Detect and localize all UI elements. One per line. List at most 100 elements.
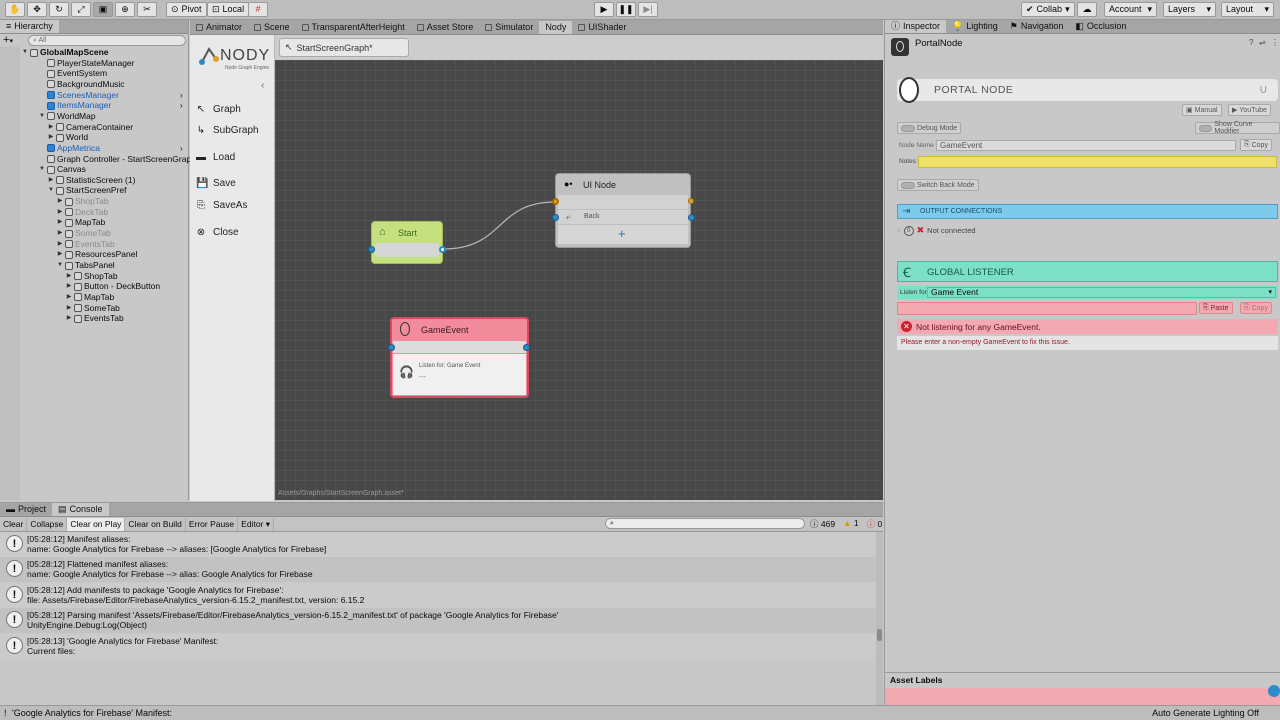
rotate-tool-button[interactable]: ↻ <box>49 2 69 17</box>
collab-button[interactable]: ✔ Collab ▾ <box>1021 2 1075 17</box>
hierarchy-item[interactable]: ItemsManager <box>39 100 111 111</box>
chevron-down-icon[interactable]: ▼ <box>39 164 45 175</box>
layers-dropdown[interactable]: Layers ▾ <box>1163 2 1216 17</box>
pause-button[interactable]: ❚❚ <box>616 2 636 17</box>
subgraph-menu-item[interactable]: ↳ SubGraph <box>196 125 259 136</box>
chevron-down-icon[interactable]: ▼ <box>57 260 63 271</box>
hierarchy-item[interactable]: ▼ StartScreenPref <box>48 185 126 196</box>
hierarchy-item[interactable]: ▶ DeckTab <box>57 207 108 218</box>
tab-inspector[interactable]: ⓘ Inspector <box>885 20 947 33</box>
save-menu-item[interactable]: 💾 Save <box>196 178 236 189</box>
hierarchy-item[interactable]: ▶ StatisticScreen (1) <box>48 175 136 186</box>
chevron-down-icon[interactable]: ▼ <box>22 47 28 58</box>
console-scrollbar[interactable] <box>876 532 883 705</box>
tab-navigation[interactable]: ⚑ Navigation <box>1004 20 1070 33</box>
close-menu-item[interactable]: ⊗ Close <box>196 227 239 238</box>
chevron-right-icon[interactable]: ▶ <box>66 303 72 314</box>
grid-snap-button[interactable]: # <box>248 2 268 17</box>
chevron-right-icon[interactable]: ▶ <box>57 249 63 260</box>
account-dropdown[interactable]: Account ▾ <box>1104 2 1157 17</box>
move-tool-button[interactable]: ✥ <box>27 2 47 17</box>
tab-scene[interactable]: Scene <box>248 21 296 34</box>
hierarchy-item[interactable]: ▼ GlobalMapScene <box>22 47 108 58</box>
chevron-right-icon[interactable]: ▶ <box>66 271 72 282</box>
hierarchy-item[interactable]: ▶ ShopTab <box>57 196 109 207</box>
chevron-right-icon[interactable]: › <box>180 143 183 154</box>
lighting-status[interactable]: Auto Generate Lighting Off <box>1152 706 1259 720</box>
chevron-right-icon[interactable]: ▶ <box>57 228 63 239</box>
chevron-right-icon[interactable]: ▶ <box>48 175 54 186</box>
hierarchy-item[interactable]: ▶ EventsTab <box>66 313 124 324</box>
hand-tool-button[interactable]: ✋ <box>5 2 25 17</box>
chevron-down-icon[interactable]: ▼ <box>48 185 54 196</box>
play-button[interactable]: ▶ <box>594 2 614 17</box>
notes-input[interactable] <box>918 156 1277 168</box>
switch-back-toggle[interactable]: Switch Back Mode <box>897 179 979 191</box>
log-entry[interactable]: ! [05:28:12] Add manifests to package 'Go… <box>0 582 876 608</box>
log-entry[interactable]: ! [05:28:12] Manifest aliases: name: Googl… <box>0 532 876 557</box>
tab-asset-store[interactable]: Asset Store <box>411 21 480 34</box>
error-pause-button[interactable]: Error Pause <box>186 517 239 531</box>
collapse-button[interactable]: Collapse <box>27 517 68 531</box>
listen-for-dropdown[interactable]: Game Event ▾ <box>927 287 1276 298</box>
tab-simulator[interactable]: Simulator <box>479 21 539 34</box>
start-node[interactable]: ⌂ Start <box>368 221 446 264</box>
preset-icon[interactable]: ⇌ <box>1259 38 1266 47</box>
hierarchy-item[interactable]: Graph Controller - StartScreenGraph <box>39 154 196 165</box>
hierarchy-item[interactable]: ▼ WorldMap <box>39 111 96 122</box>
console-scroll-thumb[interactable] <box>877 629 882 641</box>
ui-back-output-port[interactable] <box>688 214 695 221</box>
log-entry[interactable]: ! [05:28:12] Flattened manifest aliases: n… <box>0 557 876 583</box>
console-search-input[interactable]: ⌕ <box>605 518 805 529</box>
hierarchy-item[interactable]: ▶ SomeTab <box>66 303 120 314</box>
hierarchy-item[interactable]: BackgroundMusic <box>39 79 125 90</box>
collapse-sidebar-button[interactable]: ‹ <box>261 80 264 91</box>
hierarchy-item[interactable]: EventSystem <box>39 68 107 79</box>
graph-breadcrumb[interactable]: ↖ StartScreenGraph* <box>279 38 409 57</box>
rect-tool-button[interactable]: ▣ <box>93 2 113 17</box>
error-count[interactable]: ⓘ 0 <box>867 518 883 530</box>
tab-occlusion[interactable]: ◧ Occlusion <box>1069 20 1132 33</box>
hierarchy-item[interactable]: ▶ Button - DeckButton <box>66 281 160 292</box>
cloud-button[interactable]: ☁ <box>1077 2 1097 17</box>
hierarchy-item[interactable]: ▼ TabsPanel <box>57 260 115 271</box>
output-connections-bar[interactable]: ⇥ OUTPUT CONNECTIONS <box>897 204 1278 219</box>
game-event-input[interactable] <box>897 302 1197 315</box>
ui-back-input-port[interactable] <box>552 214 559 221</box>
tab-console[interactable]: ▤ Console <box>52 503 109 516</box>
chevron-right-icon[interactable]: ▶ <box>57 239 63 250</box>
log-count[interactable]: ⓘ 469 <box>810 518 835 530</box>
log-entry[interactable]: ! [05:28:12] Parsing manifest 'Assets/Fir… <box>0 608 876 634</box>
label-tag-icon[interactable] <box>1268 685 1280 697</box>
hierarchy-item[interactable]: ▶ EventsTab <box>57 239 115 250</box>
chevron-right-icon[interactable]: ▶ <box>57 217 63 228</box>
youtube-button[interactable]: ▶ YouTube <box>1228 104 1271 116</box>
saveas-menu-item[interactable]: ⎘ SaveAs <box>196 200 247 211</box>
chevron-down-icon[interactable]: ▼ <box>39 111 45 122</box>
clear-on-play-button[interactable]: Clear on Play <box>67 517 126 531</box>
copy-event-button[interactable]: ⎘ Copy <box>1240 302 1272 314</box>
graph-canvas[interactable]: Assets/Graphs/StartScreenGraph.asset* ⌂ … <box>275 60 883 500</box>
chevron-right-icon[interactable]: › <box>180 100 183 111</box>
layout-dropdown[interactable]: Layout ▾ <box>1221 2 1274 17</box>
status-message[interactable]: 'Google Analytics for Firebase' Manifest… <box>12 706 172 720</box>
hierarchy-item[interactable]: ▶ ResourcesPanel <box>57 249 138 260</box>
graph-menu-item[interactable]: ↖ Graph <box>196 104 241 115</box>
log-entry[interactable]: ! [05:28:13] 'Google Analytics for Fireba… <box>0 633 876 659</box>
chevron-right-icon[interactable]: ▶ <box>66 281 72 292</box>
more-icon[interactable]: ⋮ <box>1271 38 1279 47</box>
gameevent-output-port[interactable] <box>523 344 530 351</box>
chevron-right-icon[interactable]: › <box>180 90 183 101</box>
scale-tool-button[interactable]: ⤢ <box>71 2 91 17</box>
pivot-button[interactable]: ⊙ Pivot <box>166 2 207 17</box>
tab-nody[interactable]: Nody <box>539 21 573 34</box>
warn-count[interactable]: ▲ 1 <box>843 518 859 530</box>
hierarchy-item[interactable]: ▶ CameraContainer <box>48 122 133 133</box>
transform-tool-button[interactable]: ⊕ <box>115 2 135 17</box>
chevron-right-icon[interactable]: ▶ <box>57 207 63 218</box>
chevron-right-icon[interactable]: ▶ <box>66 292 72 303</box>
tab-animator[interactable]: Animator <box>190 21 248 34</box>
show-curve-toggle[interactable]: Show Curve Modifier <box>1195 121 1280 135</box>
gameevent-input-port[interactable] <box>388 344 395 351</box>
step-button[interactable]: ▶| <box>638 2 658 17</box>
